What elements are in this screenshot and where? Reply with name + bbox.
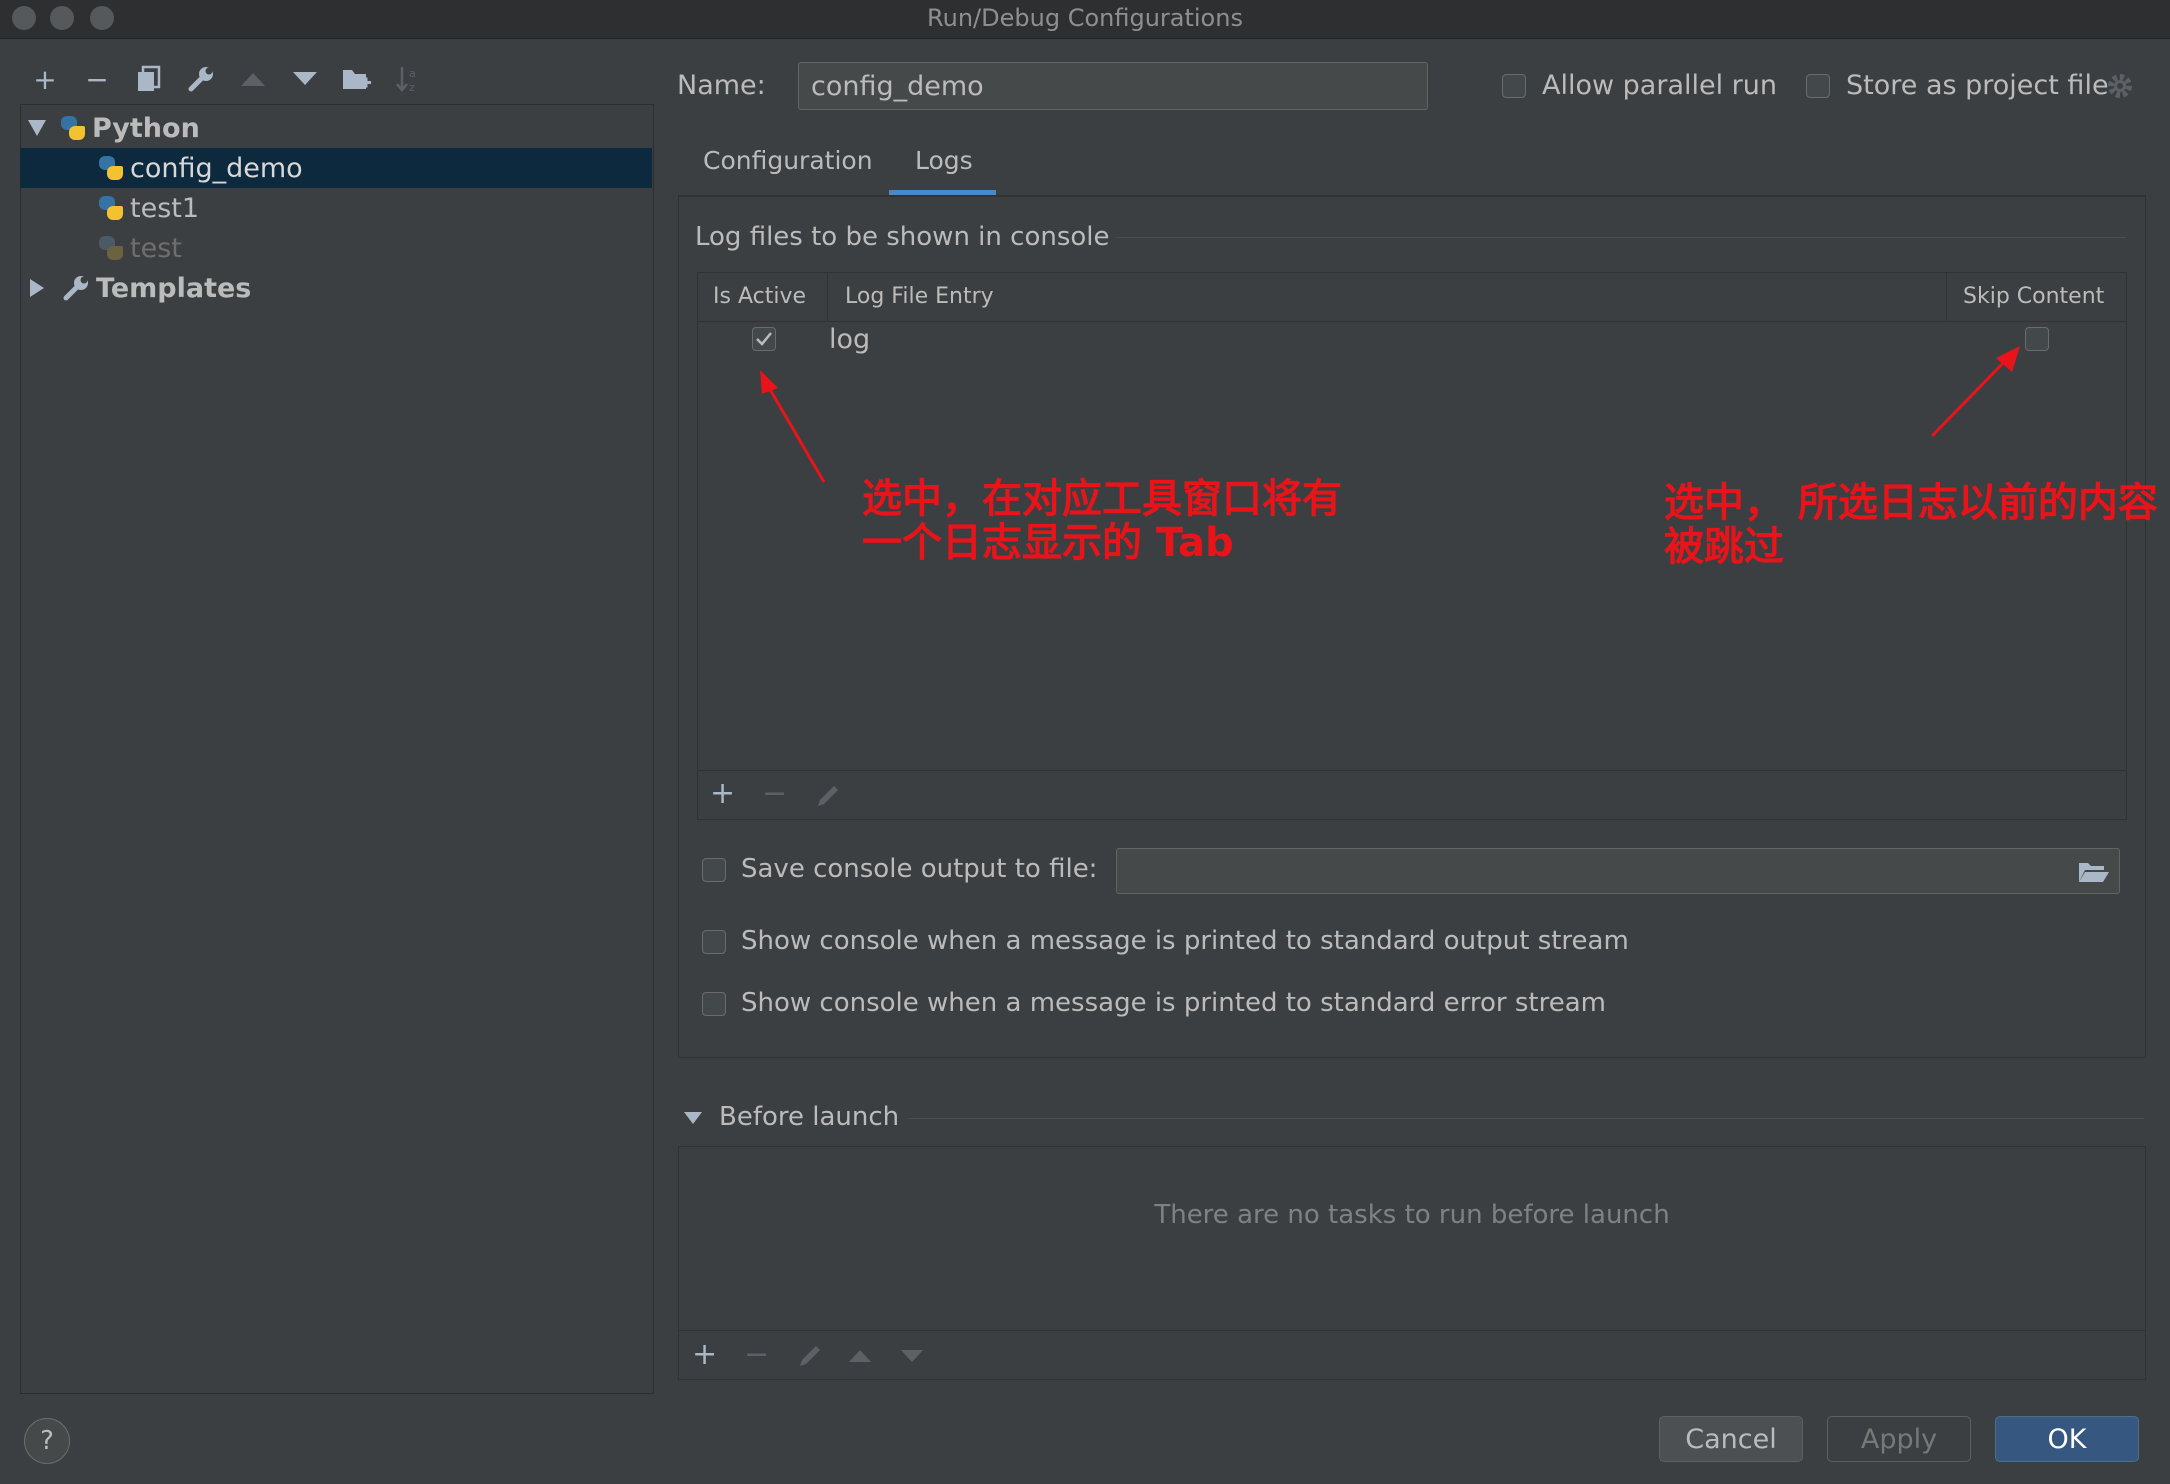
tree-node-python[interactable]: Python — [20, 108, 652, 148]
column-header-log-file-entry[interactable]: Log File Entry — [845, 284, 994, 309]
minus-icon: − — [762, 776, 788, 811]
section-separator — [908, 1118, 2144, 1119]
wrench-icon — [63, 276, 88, 301]
list-toolbar-divider — [679, 1330, 2145, 1331]
before-launch-empty-text: There are no tasks to run before launch — [1154, 1200, 1670, 1230]
help-button[interactable]: ? — [24, 1418, 70, 1464]
wrench-icon — [188, 67, 213, 92]
name-input-value: config_demo — [811, 70, 984, 102]
store-project-checkbox[interactable] — [1806, 74, 1830, 98]
save-console-label: Save console output to file: — [741, 854, 1098, 884]
column-divider — [827, 273, 828, 321]
minus-icon: − — [744, 1337, 770, 1372]
column-header-skip-content[interactable]: Skip Content — [1963, 284, 2104, 309]
tree-node-label: Templates — [96, 272, 252, 304]
add-config-button[interactable]: + — [30, 62, 60, 96]
save-console-checkbox[interactable] — [702, 858, 726, 882]
ok-label: OK — [2047, 1423, 2087, 1455]
plus-icon: + — [710, 776, 736, 811]
tree-item-test1[interactable]: test1 — [20, 188, 652, 228]
copy-config-button[interactable] — [134, 64, 164, 94]
show-stdout-label: Show console when a message is printed t… — [741, 926, 1629, 956]
window-title: Run/Debug Configurations — [927, 4, 1243, 32]
column-header-is-active[interactable]: Is Active — [713, 284, 806, 309]
apply-label: Apply — [1860, 1423, 1938, 1455]
python-icon — [98, 195, 124, 221]
tree-item-label: config_demo — [130, 152, 303, 184]
sort-button[interactable]: az — [394, 64, 424, 94]
apply-button[interactable]: Apply — [1827, 1416, 1971, 1462]
move-up-button[interactable] — [238, 64, 268, 94]
cancel-label: Cancel — [1685, 1423, 1777, 1455]
add-log-button[interactable]: + — [710, 776, 735, 811]
svg-text:a: a — [409, 67, 416, 80]
tree-item-test[interactable]: test — [20, 228, 652, 268]
remove-log-button[interactable]: − — [762, 776, 787, 811]
before-launch-list — [678, 1146, 2146, 1380]
minus-icon: − — [85, 62, 109, 96]
add-task-button[interactable]: + — [692, 1337, 717, 1372]
tab-logs[interactable]: Logs — [915, 146, 973, 175]
show-stderr-checkbox[interactable] — [702, 992, 726, 1016]
expand-arrow-icon[interactable] — [28, 120, 46, 136]
folder-open-icon[interactable] — [2078, 860, 2110, 884]
remove-task-button[interactable]: − — [744, 1337, 769, 1372]
move-task-up-button[interactable] — [848, 1348, 872, 1364]
tree-item-label: test1 — [130, 192, 200, 224]
tree-item-config-demo[interactable]: config_demo — [20, 148, 652, 188]
annotation-arrow-right — [1930, 346, 2020, 438]
store-project-label: Store as project file — [1846, 70, 2109, 101]
move-down-button[interactable] — [290, 64, 320, 94]
annotation-right-line2: 被跳过 — [1664, 524, 1784, 570]
annotation-arrow-left — [760, 370, 826, 483]
before-launch-toggle-icon[interactable] — [684, 1112, 702, 1124]
annotation-right-line1: 选中， 所选日志以前的内容 — [1664, 480, 2158, 526]
tree-node-templates[interactable]: Templates — [20, 268, 652, 308]
is-active-checkbox[interactable] — [752, 327, 776, 351]
tree-node-label: Python — [92, 112, 200, 144]
cancel-button[interactable]: Cancel — [1659, 1416, 1803, 1462]
section-separator — [1116, 237, 2126, 238]
log-files-section-title: Log files to be shown in console — [695, 222, 1110, 252]
ok-button[interactable]: OK — [1995, 1416, 2139, 1462]
folder-plus-icon — [343, 70, 371, 89]
copy-icon — [138, 65, 161, 91]
table-toolbar-divider — [698, 770, 2126, 771]
remove-config-button[interactable]: − — [82, 62, 112, 96]
allow-parallel-label: Allow parallel run — [1542, 70, 1778, 101]
before-launch-title: Before launch — [719, 1102, 900, 1132]
svg-text:z: z — [409, 81, 415, 93]
python-icon — [98, 235, 124, 261]
allow-parallel-checkbox[interactable] — [1502, 74, 1526, 98]
help-icon: ? — [40, 1426, 54, 1456]
edit-task-button[interactable] — [796, 1342, 824, 1370]
plus-icon: + — [33, 62, 57, 96]
show-stderr-label: Show console when a message is printed t… — [741, 988, 1606, 1018]
show-stdout-checkbox[interactable] — [702, 930, 726, 954]
move-task-down-button[interactable] — [900, 1348, 924, 1364]
column-divider — [1946, 273, 1947, 321]
edit-log-button[interactable] — [814, 782, 842, 810]
log-entry-cell[interactable]: log — [829, 324, 870, 355]
name-input[interactable]: config_demo — [798, 62, 1428, 110]
collapse-arrow-icon[interactable] — [30, 279, 44, 297]
arrow-up-icon — [241, 73, 265, 86]
annotation-left-line1: 选中，在对应工具窗口将有 — [862, 476, 1342, 522]
checkmark-icon — [756, 332, 772, 346]
tab-configuration[interactable]: Configuration — [703, 146, 873, 175]
edit-defaults-button[interactable] — [186, 64, 216, 94]
python-icon — [98, 155, 124, 181]
tree-item-label: test — [130, 232, 182, 264]
plus-icon: + — [692, 1337, 718, 1372]
name-label: Name: — [677, 70, 766, 101]
gear-icon[interactable] — [2106, 72, 2134, 100]
arrow-down-icon — [293, 72, 317, 85]
python-icon — [60, 115, 86, 141]
sort-alpha-icon: az — [396, 67, 416, 93]
new-folder-button[interactable] — [342, 64, 372, 94]
annotation-left-line2: 一个日志显示的 Tab — [862, 520, 1234, 566]
save-console-path-input[interactable] — [1116, 848, 2120, 894]
